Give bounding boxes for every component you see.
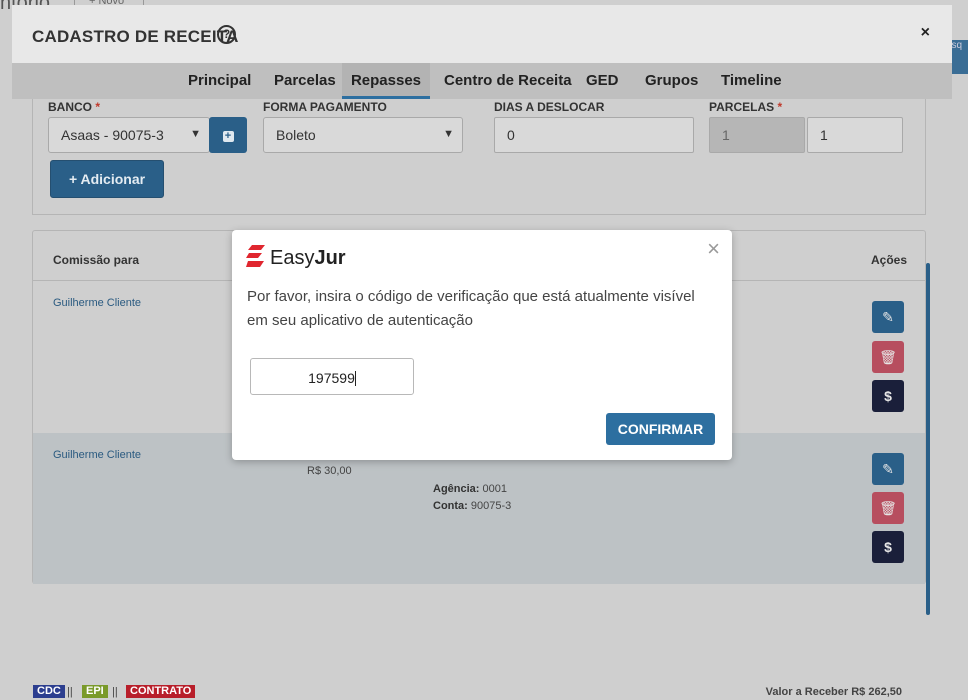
edit-icon: ✎ bbox=[882, 461, 894, 477]
dias-deslocar-label: DIAS A DESLOCAR bbox=[494, 100, 605, 114]
parcelas-total-input: 1 bbox=[709, 117, 805, 153]
adicionar-button[interactable]: + Adicionar bbox=[50, 160, 164, 198]
trash-icon: 🗑 bbox=[879, 500, 897, 516]
modal-header: CADASTRO DE RECEITA ? × bbox=[12, 5, 952, 63]
column-header-comissao: Comissão para bbox=[53, 253, 140, 267]
text-caret bbox=[354, 371, 356, 386]
dollar-icon: $ bbox=[884, 539, 892, 555]
tab-grupos[interactable]: Grupos bbox=[645, 72, 698, 89]
tab-ged[interactable]: GED bbox=[586, 72, 619, 89]
dialog-close-icon[interactable]: × bbox=[707, 236, 720, 262]
delete-button[interactable]: 🗑 bbox=[872, 492, 904, 524]
scrollbar[interactable] bbox=[926, 263, 930, 615]
tab-bar: Principal Parcelas Repasses Centro de Re… bbox=[12, 63, 952, 99]
banco-select[interactable]: Asaas - 90075-3 ▼ bbox=[48, 117, 210, 153]
verification-code-value: 197599 bbox=[308, 370, 355, 386]
forma-pagamento-select[interactable]: Boleto ▼ bbox=[263, 117, 463, 153]
tab-repasses[interactable]: Repasses bbox=[342, 63, 430, 99]
conta-text: Conta: 90075-3 bbox=[433, 500, 512, 512]
valor-text: R$ 30,00 bbox=[307, 465, 352, 477]
modal-close-icon[interactable]: × bbox=[921, 24, 930, 42]
delete-button[interactable]: 🗑 bbox=[872, 341, 904, 373]
tag-cdc: CDC bbox=[33, 685, 65, 698]
tag-epi: EPI bbox=[82, 685, 108, 698]
agencia-text: Agência: 0001 bbox=[433, 483, 508, 495]
tab-centro-de-receita[interactable]: Centro de Receita bbox=[444, 72, 572, 89]
tag-separator: || bbox=[67, 686, 73, 698]
parcelas-label: PARCELAS * bbox=[709, 100, 783, 114]
payment-button[interactable]: $ bbox=[872, 531, 904, 563]
tab-timeline[interactable]: Timeline bbox=[721, 72, 782, 89]
forma-pagamento-value: Boleto bbox=[276, 127, 316, 143]
payment-button[interactable]: $ bbox=[872, 380, 904, 412]
tab-principal[interactable]: Principal bbox=[188, 72, 251, 89]
easyjur-logo-icon bbox=[246, 245, 265, 267]
chevron-down-icon: ▼ bbox=[190, 128, 201, 140]
modal-title: CADASTRO DE RECEITA bbox=[32, 27, 239, 46]
banco-label: BANCO * bbox=[48, 100, 101, 114]
required-mark: * bbox=[777, 100, 783, 114]
column-header-acoes: Ações bbox=[871, 253, 908, 267]
background-footer: CDC || EPI || CONTRATO Valor a Receber R… bbox=[0, 684, 968, 700]
trash-icon: 🗑 bbox=[879, 349, 897, 365]
cliente-link[interactable]: Guilherme Cliente bbox=[53, 297, 141, 309]
dias-deslocar-input[interactable]: 0 bbox=[494, 117, 694, 153]
easyjur-logo-text: EasyJur bbox=[270, 247, 346, 269]
edit-button[interactable]: ✎ bbox=[872, 453, 904, 485]
tag-separator: || bbox=[112, 686, 118, 698]
required-mark: * bbox=[95, 100, 101, 114]
footer-valor-receber: Valor a Receber R$ 262,50 bbox=[765, 686, 902, 698]
repasse-form-panel: BANCO * Asaas - 90075-3 ▼ + FORMA PAGAME… bbox=[32, 99, 926, 215]
dollar-icon: $ bbox=[884, 388, 892, 404]
dialog-message: Por favor, insira o código de verificaçã… bbox=[247, 288, 695, 329]
tag-contrato: CONTRATO bbox=[126, 685, 196, 698]
add-bank-button[interactable]: + bbox=[209, 117, 247, 153]
forma-pagamento-label: FORMA PAGAMENTO bbox=[263, 100, 387, 114]
parcelas-input[interactable]: 1 bbox=[807, 117, 903, 153]
confirm-button[interactable]: CONFIRMAR bbox=[606, 413, 715, 445]
banco-select-value: Asaas - 90075-3 bbox=[61, 127, 164, 143]
edit-button[interactable]: ✎ bbox=[872, 301, 904, 333]
plus-square-icon: + bbox=[222, 131, 234, 142]
chevron-down-icon: ▼ bbox=[443, 128, 454, 140]
cliente-link[interactable]: Guilherme Cliente bbox=[53, 449, 141, 461]
help-icon[interactable]: ? bbox=[217, 25, 236, 44]
edit-icon: ✎ bbox=[882, 309, 894, 325]
verification-dialog: × EasyJur Por favor, insira o código de … bbox=[232, 230, 732, 460]
verification-code-input[interactable]: 197599 bbox=[250, 358, 414, 395]
tab-parcelas[interactable]: Parcelas bbox=[274, 72, 336, 89]
